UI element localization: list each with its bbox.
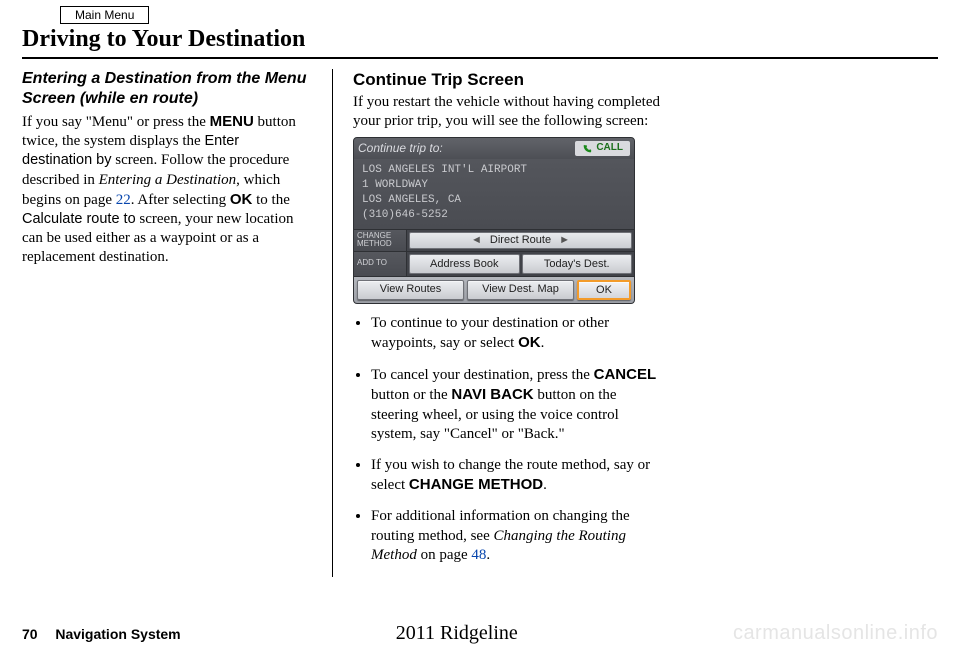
b1-a: To continue to your destination or other…	[371, 315, 609, 351]
arrow-left-icon: ◄	[463, 233, 490, 247]
page-title: Driving to Your Destination	[22, 26, 938, 53]
change-method-label: CHANGE METHOD	[354, 230, 407, 251]
b2-a: To cancel your destination, press the	[371, 367, 594, 383]
address-book-key: Address Book	[409, 254, 520, 274]
col1-paragraph: If you say "Menu" or press the MENU butt…	[22, 112, 312, 268]
bullet-list: To continue to your destination or other…	[353, 314, 663, 565]
b3-change: CHANGE METHOD	[409, 476, 543, 493]
todays-dest-key: Today's Dest.	[522, 254, 633, 274]
page-link-22[interactable]: 22	[116, 192, 131, 208]
b2-c: button or the	[371, 387, 451, 403]
bullet-4: For additional information on changing t…	[371, 507, 663, 565]
nav-bottom-row: View Routes View Dest. Map OK	[354, 276, 634, 303]
b4-d: .	[486, 547, 490, 563]
c1-t5: . After selecting	[131, 192, 230, 208]
route-method-selector: ◄ Direct Route ►	[409, 232, 632, 249]
col2-heading: Continue Trip Screen	[353, 69, 663, 91]
b2-cancel: CANCEL	[594, 366, 657, 383]
addr-line2: 1 WORLDWAY	[362, 178, 626, 193]
page-link-48[interactable]: 48	[471, 547, 486, 563]
addr-line3: LOS ANGELES, CA	[362, 193, 626, 208]
nav-address-block: LOS ANGELES INT'L AIRPORT 1 WORLDWAY LOS…	[354, 159, 634, 228]
direct-route-label: Direct Route	[490, 233, 551, 247]
col2-intro: If you restart the vehicle without havin…	[353, 93, 663, 131]
c1-entering: Entering a Destination	[99, 172, 237, 188]
call-button: CALL	[575, 141, 630, 156]
bullet-3: If you wish to change the route method, …	[371, 456, 663, 495]
page-number: 70	[22, 626, 38, 642]
nav-row-addto: ADD TO Address Book Today's Dest.	[354, 251, 634, 276]
c1-t6: to the	[252, 192, 290, 208]
nav-screen-title: Continue trip to:	[358, 141, 443, 156]
bullet-1: To continue to your destination or other…	[371, 314, 663, 353]
nav-row-method: CHANGE METHOD ◄ Direct Route ►	[354, 229, 634, 251]
page-footer: 70 Navigation System 2011 Ridgeline carm…	[22, 622, 938, 645]
bullet-2: To cancel your destination, press the CA…	[371, 365, 663, 444]
column-middle: Continue Trip Screen If you restart the …	[332, 69, 663, 577]
add-to-label: ADD TO	[354, 252, 407, 276]
ok-key: OK	[577, 280, 631, 300]
title-rule	[22, 57, 938, 59]
c1-ok: OK	[230, 191, 253, 208]
view-dest-map-key: View Dest. Map	[467, 280, 574, 300]
c1-calc: Calculate route to	[22, 211, 136, 227]
addr-line4: (310)646-5252	[362, 208, 626, 223]
b3-c: .	[543, 477, 547, 493]
b1-ok: OK	[518, 334, 541, 351]
c1-menu: MENU	[210, 113, 254, 130]
nav-screen-image: Continue trip to: CALL LOS ANGELES INT'L…	[353, 137, 635, 304]
c1-t1: If you say "Menu" or press the	[22, 114, 210, 130]
footer-system: Navigation System	[55, 626, 180, 642]
arrow-right-icon: ►	[551, 233, 578, 247]
footer-vehicle: 2011 Ridgeline	[181, 622, 733, 645]
phone-icon	[582, 144, 592, 154]
footer-left: 70 Navigation System	[22, 626, 181, 644]
column-left: Entering a Destination from the Menu Scr…	[22, 69, 312, 577]
b2-naviback: NAVI BACK	[451, 386, 533, 403]
nav-screen-header: Continue trip to: CALL	[354, 138, 634, 159]
b4-c: on page	[417, 547, 472, 563]
main-menu-button[interactable]: Main Menu	[60, 6, 149, 24]
call-label: CALL	[596, 142, 623, 155]
footer-watermark: carmanualsonline.info	[733, 622, 938, 645]
addr-line1: LOS ANGELES INT'L AIRPORT	[362, 163, 626, 178]
b1-c: .	[541, 335, 545, 351]
view-routes-key: View Routes	[357, 280, 464, 300]
content-columns: Entering a Destination from the Menu Scr…	[22, 69, 938, 577]
col1-heading: Entering a Destination from the Menu Scr…	[22, 69, 312, 110]
